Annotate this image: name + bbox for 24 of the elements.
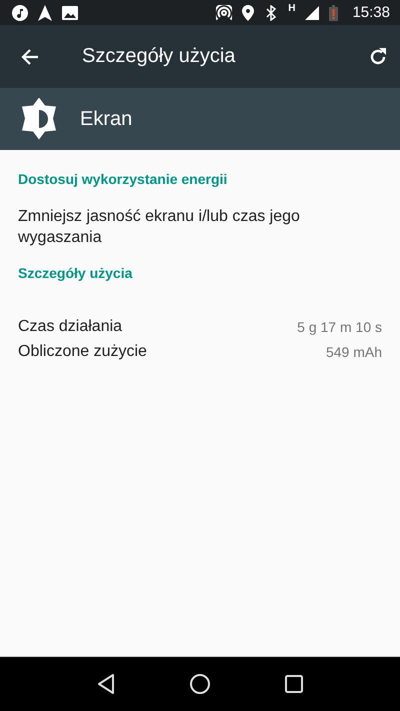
battery-icon (329, 4, 338, 20)
navigation-icon (38, 4, 52, 20)
signal-icon (305, 6, 320, 20)
clock: 15:38 (352, 4, 390, 21)
refresh-button[interactable] (368, 46, 388, 66)
network-type: H (288, 3, 296, 14)
stat-label: Czas działania (18, 318, 122, 336)
music-icon (12, 4, 28, 20)
hotspot-icon (216, 4, 232, 20)
toolbar-title: Szczegóły użycia (82, 45, 236, 68)
back-button[interactable] (20, 46, 40, 66)
recents-button[interactable] (284, 674, 304, 694)
location-icon (242, 4, 254, 20)
stat-value: 549 mAh (326, 344, 382, 360)
section-title: Dostosuj wykorzystanie energii (18, 170, 228, 189)
image-icon (62, 6, 78, 20)
app-name: Ekran (80, 108, 132, 130)
stat-label: Obliczone zużycie (18, 342, 147, 360)
home-button[interactable] (188, 673, 211, 695)
battery-tip[interactable]: Zmniejsz jasność ekranu i/lub czas jego wygaszania (18, 206, 382, 248)
stat-value: 5 g 17 m 10 s (297, 318, 382, 334)
bluetooth-icon (264, 4, 278, 20)
back-nav-button[interactable] (96, 673, 116, 695)
section-title: Szczegóły użycia (18, 264, 134, 283)
